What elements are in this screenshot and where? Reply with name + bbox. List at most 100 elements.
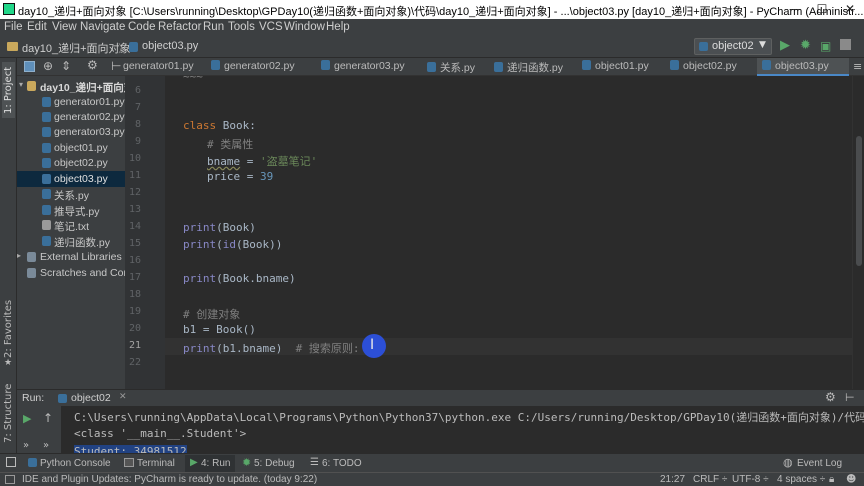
tree-item[interactable]: object02.py [17,155,125,171]
todo-tool-button[interactable]: 6: TODO [322,458,362,469]
scroll-from-source-icon[interactable]: ⊕ [43,59,53,73]
inspector-icon[interactable]: ☻ [846,474,856,485]
run-tool-button[interactable]: 4: Run [201,458,230,469]
line-number: 20 [128,323,141,334]
menu-edit[interactable]: Edit [27,21,47,33]
inline-comment: # 搜索原则: [295,342,367,355]
status-panel-icon[interactable] [5,475,15,484]
breadcrumb-file[interactable]: object03.py [142,40,198,52]
tree-item-label: object02.py [54,157,108,169]
run-with-coverage-icon[interactable]: ▣ [820,39,831,53]
tree-item[interactable]: 递归函数.py [17,233,125,249]
python-file-icon [42,236,51,246]
scroll-up-icon[interactable]: ↑ [43,411,53,425]
tree-item[interactable]: 笔记.txt [17,217,125,233]
attr-bname: bname [207,155,241,168]
gear-icon[interactable]: ⚙ [87,58,98,72]
maximize-button[interactable]: ☐ [808,0,836,19]
terminal-icon [124,458,134,467]
tab-generator03[interactable]: generator03.py [321,58,405,76]
line-separator[interactable]: CRLF ÷ [693,474,727,485]
event-log-icon: ◍ [783,456,793,469]
hide-panel-icon[interactable]: ⊢ [845,391,855,404]
hide-panel-icon[interactable]: ⊢ [111,59,121,73]
close-button[interactable]: ✕ [836,0,864,19]
breadcrumb-project[interactable]: day10_递归+面向对象 [22,40,131,56]
close-icon[interactable]: ✕ [119,392,127,402]
scratches-label: Scratches and Cons [40,267,135,279]
tab-label: object03.py [775,60,829,72]
tab-object02[interactable]: object02.py [670,58,737,76]
tab-recursion[interactable]: 递归函数.py [494,58,563,76]
menu-help[interactable]: Help [326,21,350,33]
tab-object03[interactable]: object03.py [757,58,849,76]
menu-navigate[interactable]: Navigate [80,21,125,33]
number-literal: 39 [260,170,274,183]
project-tool-label: 1: Project [3,66,14,114]
collapse-all-icon[interactable]: ⇕ [61,59,71,73]
menu-run[interactable]: Run [203,21,224,33]
toggle-tool-windows-icon[interactable] [6,457,16,467]
menu-tools[interactable]: Tools [228,21,255,33]
menu-window[interactable]: Window [284,21,325,33]
stop-icon[interactable] [840,39,851,50]
tree-item-selected[interactable]: object03.py [17,171,125,187]
lock-icon[interactable]: 🔒︎ [829,474,834,485]
rerun-icon[interactable]: ▶ [23,412,31,425]
menu-file[interactable]: File [4,21,23,33]
python-file-icon [699,42,708,51]
editor-scrollbar[interactable] [852,76,864,389]
favorites-tool-label[interactable]: 2: Favorites [3,300,14,358]
paren: ( [216,238,223,251]
debug-icon[interactable]: ✹ [800,38,811,53]
debug-tool-button[interactable]: 5: Debug [254,458,295,469]
tree-item[interactable]: generator03.py [17,124,125,140]
tree-item[interactable]: object01.py [17,140,125,156]
run-console-output[interactable]: C:\Users\running\AppData\Local\Programs\… [61,406,864,453]
tab-generator02[interactable]: generator02.py [211,58,295,76]
menu-code[interactable]: Code [128,21,156,33]
line-number: 8 [134,119,141,130]
code-line-15: print(id(Book)) [183,238,282,251]
code-line-10: bname = '盗墓笔记' [207,153,317,169]
run-icon[interactable]: ▶ [780,38,790,53]
tab-relations[interactable]: 关系.py [427,58,475,76]
code-editor[interactable]: ~~~ class Book: # 类属性 bname = '盗墓笔记' pri… [165,70,852,389]
tree-scratches[interactable]: Scratches and Cons [17,265,135,281]
run-config-dropdown[interactable]: object02 ▼ [694,38,772,55]
project-view-icon[interactable] [24,61,35,72]
terminal-button[interactable]: Terminal [137,458,175,469]
tree-item-label: 笔记.txt [54,221,90,233]
indent-setting[interactable]: 4 spaces ÷ [777,474,825,485]
tabs-overflow-icon[interactable]: ≡ [853,60,862,73]
tree-root[interactable]: ▾ day10_递归+面向对 [17,78,134,94]
scrollbar-thumb[interactable] [856,136,862,266]
gear-icon[interactable]: ⚙ [825,390,836,404]
wrap-icon[interactable]: » [23,440,29,451]
file-encoding[interactable]: UTF-8 ÷ [732,474,769,485]
python-file-icon [42,127,51,137]
event-log-button[interactable]: Event Log [797,458,842,469]
run-config-tab[interactable]: object02 [71,392,111,404]
line-number: 14 [128,221,141,232]
tree-item[interactable]: generator01.py [17,94,125,110]
tree-item[interactable]: generator02.py [17,109,125,125]
menu-vcs[interactable]: VCS [259,21,283,33]
tree-item[interactable]: 推导式.py [17,202,125,218]
code-line-20: b1 = Book() [183,323,256,336]
caret-position[interactable]: 21:27 [660,474,685,485]
builtin-id: id [222,238,236,251]
menu-view[interactable]: View [52,21,77,33]
tree-external-libraries[interactable]: ▸ External Libraries [17,249,125,265]
status-message[interactable]: IDE and Plugin Updates: PyCharm is ready… [22,474,317,485]
structure-tool-label[interactable]: 7: Structure [3,384,14,443]
python-console-button[interactable]: Python Console [40,458,111,469]
assign-op: = [240,170,260,183]
minimize-button[interactable]: — [781,0,809,19]
project-tool-button[interactable]: 1: Project [2,62,15,118]
tree-item-label: generator03.py [54,126,125,138]
tree-item[interactable]: 关系.py [17,186,125,202]
scroll-down-icon[interactable]: » [43,440,49,451]
menu-refactor[interactable]: Refactor [158,21,201,33]
tab-object01[interactable]: object01.py [582,58,649,76]
